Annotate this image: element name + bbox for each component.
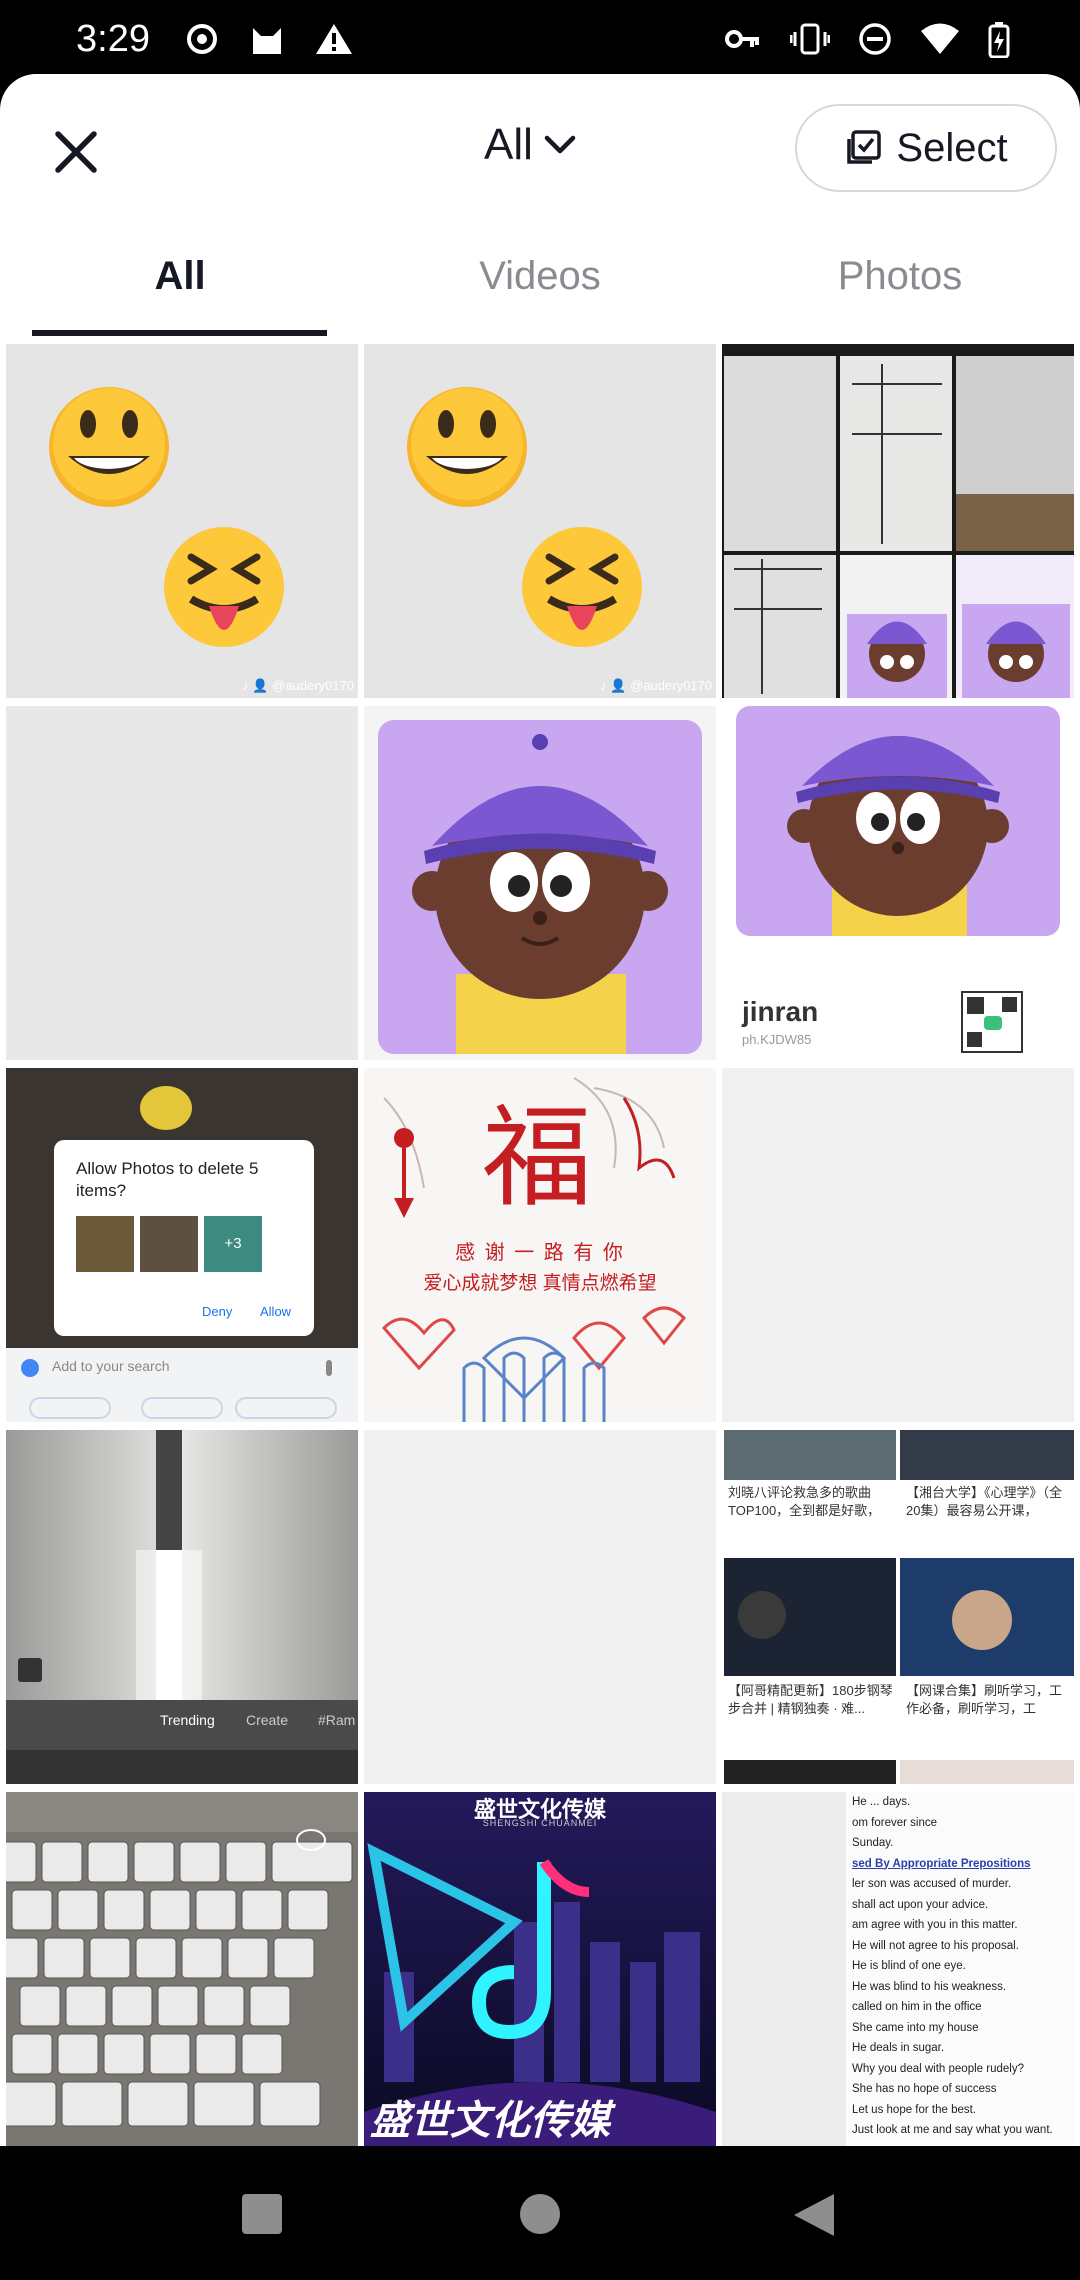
media-grid: ♪ 👤 @audery0170 ♪ 👤 @audery0170 jinran p… <box>0 344 1080 2146</box>
notes-line: He deals in sugar. <box>852 2042 945 2054</box>
video-watermark: ♪ 👤 @audery0170 <box>600 678 712 693</box>
media-thumbnail-media-brand[interactable]: 盛世文化传媒 SHENGSHI CHUANMEI 盛世文化传媒 <box>364 1792 716 2146</box>
notes-line: Sunday. <box>852 1837 894 1849</box>
fu-line1: 感 谢 一 路 有 你 <box>455 1242 625 1264</box>
dialog-deny-button: Deny <box>202 1304 233 1319</box>
select-label: Select <box>896 125 1008 170</box>
emoji-sticker-image <box>407 387 642 647</box>
media-thumbnail-blank[interactable] <box>364 1430 716 1784</box>
notes-line: She came into my house <box>852 2021 979 2034</box>
back-triangle-icon[interactable] <box>792 2192 836 2238</box>
notes-line: am agree with you in this matter. <box>852 1919 1018 1931</box>
avatar-image <box>378 720 702 1054</box>
media-thumbnail-keyboard[interactable] <box>6 1792 358 2146</box>
status-time: 3:29 <box>76 18 150 60</box>
tab-photos[interactable]: Photos <box>720 246 1080 336</box>
brand-subtitle: SHENGSHI CHUANMEI <box>482 1818 598 1828</box>
media-thumbnail-collage[interactable] <box>722 344 1074 698</box>
notes-line: She has no hope of success <box>852 2083 997 2095</box>
news-title-3: 【阿哥精配更新】180步钢琴步合并 | 精钢独奏 · 难... <box>728 1683 893 1716</box>
media-thumbnail-english-notes[interactable]: He ... days. om forever since Sunday. se… <box>722 1792 1074 2146</box>
news-title-4: 【网课合集】刷听学习，工作必备，刷听学习，工 <box>906 1683 1063 1716</box>
media-thumbnail-emoji-2[interactable]: ♪ 👤 @audery0170 <box>364 344 716 698</box>
media-thumbnail-blank[interactable] <box>6 706 358 1060</box>
notes-line: ler son was accused of murder. <box>852 1878 1012 1890</box>
media-picker-sheet: All Select All Videos Photos ♪ 👤 @audery… <box>0 74 1080 2146</box>
warning-icon <box>316 24 352 54</box>
vibrate-icon <box>790 23 830 55</box>
select-button[interactable]: Select <box>795 104 1057 192</box>
fu-line2: 爱心成就梦想 真情点燃希望 <box>423 1273 657 1294</box>
keyboard-photo-image <box>6 1792 358 2146</box>
dialog-thumb <box>140 1216 198 1272</box>
media-thumbnail-blank[interactable] <box>722 1068 1074 1422</box>
media-thumbnail-tiktok-screen[interactable]: Trending Create #Ram <box>6 1430 358 1784</box>
tab-all[interactable]: All <box>0 246 360 336</box>
multi-select-icon <box>847 130 882 164</box>
media-thumbnail-avatar-2[interactable]: jinran ph.KJDW85 <box>722 706 1074 1060</box>
dialog-title: Allow Photos to delete 5 items? <box>76 1159 259 1200</box>
dialog-thumb <box>76 1216 134 1272</box>
chevron-down-icon <box>544 135 576 154</box>
recents-square-icon[interactable] <box>240 2192 284 2236</box>
status-bar: 3:29 <box>0 0 1080 80</box>
notes-left-column <box>722 1792 846 2146</box>
notes-line: om forever since <box>852 1816 938 1829</box>
english-notes-text: He ... days. om forever since Sunday. se… <box>852 1792 1074 2141</box>
notes-line: He was blind to his weakness. <box>852 1980 1007 1993</box>
dialog-allow-button: Allow <box>260 1304 292 1319</box>
media-thumbnail-emoji-1[interactable]: ♪ 👤 @audery0170 <box>6 344 358 698</box>
media-thumbnail-avatar-1[interactable] <box>364 706 716 1060</box>
media-thumbnail-fu-card[interactable]: 福 感 谢 一 路 有 你 爱心成就梦想 真情点燃希望 <box>364 1068 716 1422</box>
trending-tab: Trending <box>160 1712 215 1728</box>
tab-videos[interactable]: Videos <box>360 246 720 336</box>
notes-line: Let us hope for the best. <box>852 2103 977 2116</box>
notes-line: He will not agree to his proposal. <box>852 1939 1019 1952</box>
album-dropdown[interactable]: All <box>484 120 577 170</box>
close-icon[interactable] <box>48 124 104 180</box>
fu-character: 福 <box>482 1094 592 1222</box>
news-title-1: 刘晓八评论救急多的歌曲TOP100，全到都是好歌， <box>728 1485 881 1518</box>
active-tab-indicator <box>32 330 327 336</box>
notes-line: shall act upon your advice. <box>852 1898 989 1911</box>
media-thumbnail-dialog-screenshot[interactable]: Allow Photos to delete 5 items? +3 Deny … <box>6 1068 358 1422</box>
news-title-2: 【湘台大学】《心理学》（全20集）最容易公开课， <box>906 1485 1063 1518</box>
video-watermark: ♪ 👤 @audery0170 <box>242 678 354 693</box>
home-circle-icon[interactable] <box>518 2192 562 2236</box>
light-tube-image <box>6 1430 358 1784</box>
create-tab: Create <box>246 1712 289 1728</box>
notes-line: Just look at me and say what you want. <box>852 2124 1053 2136</box>
media-thumbnail-news-grid[interactable]: 刘晓八评论救急多的歌曲TOP100，全到都是好歌， 【湘台大学】《心理学》（全2… <box>722 1430 1074 1784</box>
record-icon <box>187 24 217 54</box>
notes-line: called on him in the office <box>852 2001 982 2013</box>
dialog-thumb-more: +3 <box>204 1216 262 1272</box>
dnd-icon <box>859 23 891 55</box>
hashtag-tab: #Ram <box>318 1712 356 1728</box>
media-type-tabs: All Videos Photos <box>0 246 1080 336</box>
key-icon <box>725 30 759 48</box>
permission-dialog: Allow Photos to delete 5 items? +3 Deny … <box>54 1140 314 1336</box>
collage-image <box>724 356 1074 698</box>
notes-line: sed By Appropriate Prepositions <box>852 1857 1031 1870</box>
brand-title: 盛世文化传媒 <box>370 2099 610 2143</box>
cat-icon <box>253 28 281 54</box>
avatar-name: jinran <box>742 996 819 1027</box>
album-label: All <box>484 120 533 169</box>
avatar-id: ph.KJDW85 <box>742 1032 812 1047</box>
emoji-sticker-image <box>49 387 284 647</box>
notes-line: He ... days. <box>852 1796 911 1808</box>
wifi-icon <box>921 23 959 54</box>
system-nav-bar <box>0 2146 1080 2280</box>
notes-line: Why you deal with people rudely? <box>852 2062 1024 2075</box>
battery-charging-icon <box>988 22 1010 58</box>
picker-header: All Select <box>0 74 1080 224</box>
search-placeholder: Add to your search <box>52 1358 170 1374</box>
notes-line: He is blind of one eye. <box>852 1960 966 1972</box>
